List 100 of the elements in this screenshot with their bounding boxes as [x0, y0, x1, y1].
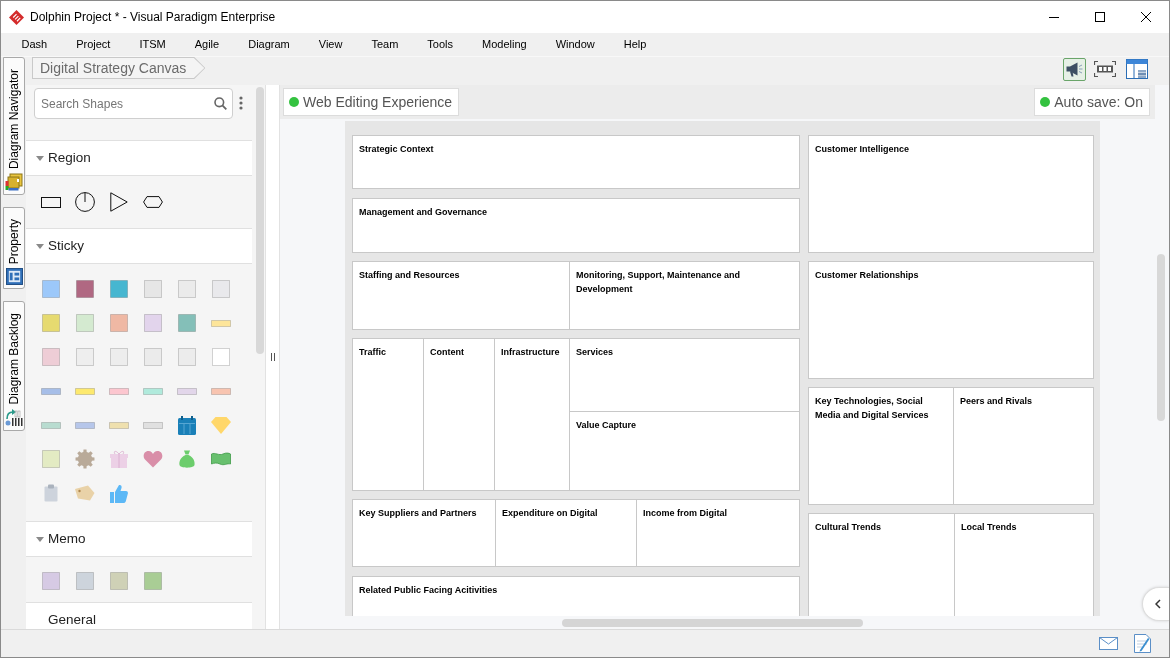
canvas-block[interactable]: Customer Intelligence	[808, 135, 1094, 253]
tag-icon[interactable]	[75, 485, 95, 501]
mail-icon[interactable]	[1099, 637, 1118, 650]
sticky-note-icon[interactable]	[144, 314, 162, 332]
menu-item[interactable]: Help	[609, 33, 661, 56]
panel-splitter[interactable]	[265, 85, 280, 629]
menu-item[interactable]: Dash	[7, 33, 62, 56]
menu-item[interactable]: Tools	[412, 33, 468, 56]
canvas-block[interactable]: Related Public Facing Acitivities	[352, 576, 800, 616]
canvas-block[interactable]: Local Trends	[954, 513, 1094, 616]
canvas-block[interactable]: Traffic	[352, 338, 424, 491]
layout-button[interactable]	[1124, 57, 1150, 81]
canvas-block[interactable]: Cultural Trends	[808, 513, 955, 616]
tape-icon[interactable]	[109, 387, 129, 395]
web-editing-button[interactable]: Web Editing Experience	[283, 88, 460, 116]
sticky-note-icon[interactable]	[42, 572, 60, 590]
sticky-note-icon[interactable]	[144, 572, 162, 590]
announcement-button[interactable]	[1063, 57, 1086, 81]
sticky-note-icon[interactable]	[42, 280, 60, 298]
search-input[interactable]: Search Shapes	[41, 94, 214, 113]
scrollbar-thumb[interactable]	[1157, 254, 1165, 421]
tape-icon[interactable]	[75, 387, 95, 395]
menu-item[interactable]: Team	[356, 33, 413, 56]
canvas-block[interactable]: Monitoring, Support, Maintenance and Development	[569, 261, 800, 330]
sticky-note-icon[interactable]	[42, 348, 60, 366]
rectangle-icon[interactable]	[41, 196, 61, 208]
canvas-block[interactable]: Content	[423, 338, 495, 491]
canvas-block[interactable]: Expenditure on Digital	[495, 499, 637, 567]
thumbs-up-icon[interactable]	[110, 483, 128, 503]
bag-icon[interactable]	[179, 449, 195, 469]
canvas-block[interactable]: Management and Governance	[352, 198, 800, 253]
canvas-block[interactable]: Strategic Context	[352, 135, 800, 189]
tape-icon[interactable]	[211, 319, 231, 327]
canvas-block[interactable]: Peers and Rivals	[953, 387, 1094, 505]
hexagon-icon[interactable]	[143, 196, 163, 208]
canvas-block[interactable]: Key Technologies, Social Media and Digital Services	[808, 387, 954, 505]
tape-icon[interactable]	[75, 421, 95, 429]
sticky-note-icon[interactable]	[42, 450, 60, 468]
sticky-note-icon[interactable]	[110, 314, 128, 332]
side-tab[interactable]: Property	[3, 207, 25, 290]
tape-icon[interactable]	[211, 387, 231, 395]
sticky-note-icon[interactable]	[144, 280, 162, 298]
canvas-block[interactable]: Income from Digital	[636, 499, 800, 567]
sticky-note-icon[interactable]	[144, 348, 162, 366]
search-icon[interactable]	[214, 97, 227, 110]
sticky-note-icon[interactable]	[42, 314, 60, 332]
scrollbar-thumb[interactable]	[562, 619, 863, 627]
calendar-icon[interactable]	[178, 415, 196, 435]
tape-icon[interactable]	[109, 421, 129, 429]
canvas-block[interactable]: Services	[569, 338, 800, 412]
canvas-block[interactable]: Key Suppliers and Partners	[352, 499, 496, 567]
tape-icon[interactable]	[41, 421, 61, 429]
heart-icon[interactable]	[143, 450, 163, 468]
gift-icon[interactable]	[110, 450, 128, 468]
menu-item[interactable]: Diagram	[233, 33, 305, 56]
sticky-note-icon[interactable]	[76, 314, 94, 332]
menu-item[interactable]: ITSM	[124, 33, 181, 56]
sticky-note-icon[interactable]	[178, 314, 196, 332]
sticky-note-icon[interactable]	[76, 348, 94, 366]
cog-icon[interactable]	[75, 449, 95, 469]
autosave-button[interactable]: Auto save: On	[1034, 88, 1150, 116]
sticky-note-icon[interactable]	[110, 280, 128, 298]
section-header[interactable]: Sticky	[26, 228, 252, 263]
sticky-note-icon[interactable]	[212, 348, 230, 366]
canvas-block[interactable]: Infrastructure	[494, 338, 570, 491]
menu-item[interactable]: Modeling	[467, 33, 542, 56]
section-header[interactable]: Memo	[26, 521, 252, 556]
tape-icon[interactable]	[177, 387, 197, 395]
clipboard-icon[interactable]	[44, 484, 58, 502]
sticky-note-icon[interactable]	[110, 348, 128, 366]
search-field[interactable]: Search Shapes	[34, 88, 233, 119]
sticky-note-icon[interactable]	[212, 280, 230, 298]
tape-icon[interactable]	[143, 421, 163, 429]
tape-icon[interactable]	[143, 387, 163, 395]
sticky-note-icon[interactable]	[76, 572, 94, 590]
canvas-block[interactable]: Customer Relationships	[808, 261, 1094, 379]
block-title: Income from Digital	[643, 508, 727, 518]
tape-icon[interactable]	[41, 387, 61, 395]
sticky-note-icon[interactable]	[178, 280, 196, 298]
canvas-block[interactable]: Value Capture	[569, 411, 800, 491]
side-tab[interactable]: Diagram Navigator	[3, 57, 25, 196]
menu-item[interactable]: Project	[61, 33, 125, 56]
scrollbar-thumb[interactable]	[256, 87, 264, 354]
sticky-note-icon[interactable]	[178, 348, 196, 366]
circle-icon[interactable]	[75, 192, 95, 212]
sticky-note-icon[interactable]	[110, 572, 128, 590]
banknote-icon[interactable]	[211, 452, 231, 466]
canvas-block[interactable]: Staffing and Resources	[352, 261, 570, 330]
menu-item[interactable]: View	[304, 33, 357, 56]
section-header[interactable]: Region	[26, 140, 252, 175]
more-options-icon[interactable]	[239, 96, 243, 110]
menu-item[interactable]: Agile	[180, 33, 234, 56]
menu-item[interactable]: Window	[541, 33, 610, 56]
breadcrumb-item[interactable]: Digital Strategy Canvas	[32, 57, 206, 79]
side-tab[interactable]: Diagram Backlog	[3, 301, 25, 431]
gem-icon[interactable]	[211, 416, 231, 434]
section-header[interactable]: General	[26, 602, 252, 629]
triangle-icon[interactable]	[110, 192, 128, 212]
sticky-note-icon[interactable]	[76, 280, 94, 298]
document-edit-icon[interactable]	[1134, 634, 1151, 653]
